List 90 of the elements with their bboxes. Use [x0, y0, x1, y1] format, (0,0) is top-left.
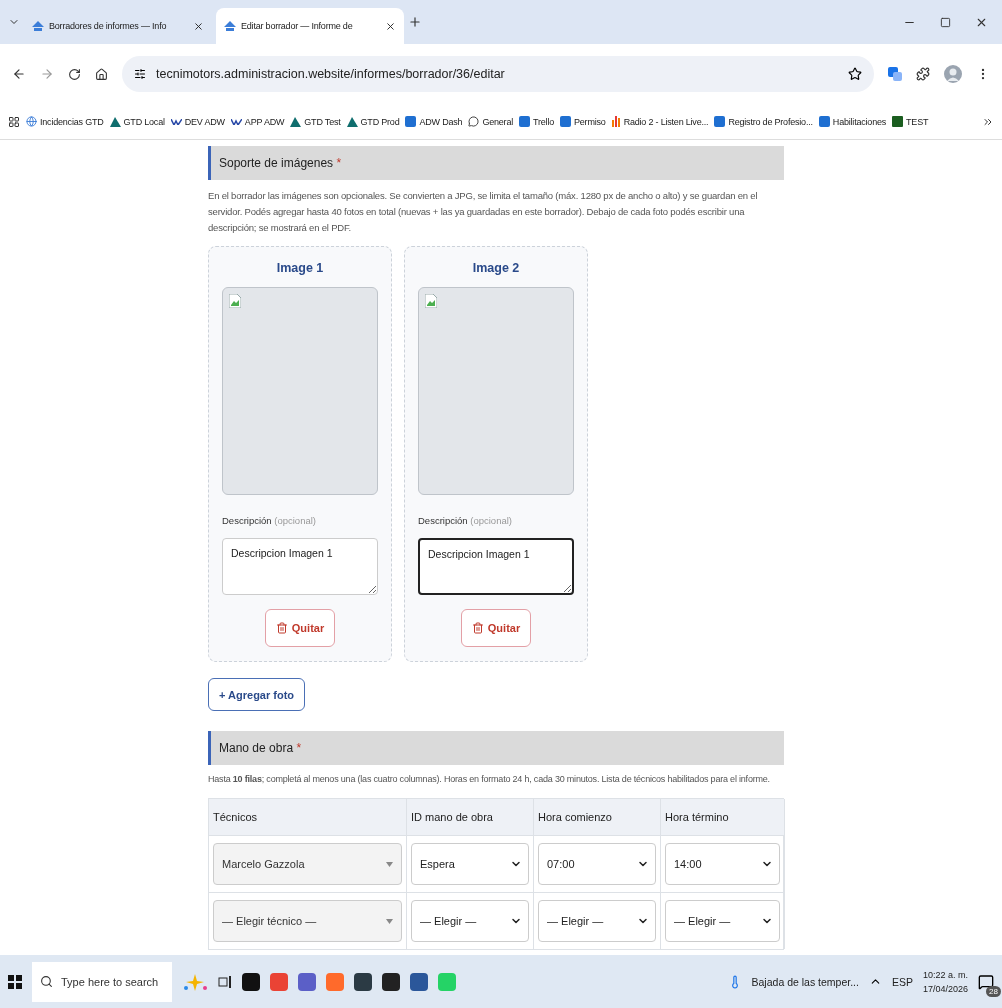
image-title: Image 1: [275, 261, 325, 275]
close-icon[interactable]: [385, 20, 396, 32]
technician-combobox[interactable]: Marcelo Gazzola: [213, 843, 402, 885]
site-info-icon[interactable]: [134, 68, 146, 80]
column-header: Hora término: [661, 799, 785, 835]
reload-icon[interactable]: [68, 67, 81, 81]
remove-button[interactable]: Quitar: [264, 609, 336, 647]
app-icon: [560, 116, 571, 127]
app-icon: [405, 116, 417, 127]
bookmark-link[interactable]: General: [468, 116, 514, 127]
close-icon[interactable]: [193, 20, 204, 32]
taskbar-app-icon[interactable]: [242, 972, 260, 991]
taskbar-app-icon[interactable]: [354, 972, 372, 991]
bookmark-link[interactable]: Permiso: [560, 116, 606, 127]
wave-icon: [170, 118, 182, 125]
description-label: Descripción (opcional): [418, 515, 513, 526]
bookmark-link[interactable]: Registro de Profesio...: [714, 116, 813, 127]
select-field[interactable]: — Elegir —: [665, 900, 780, 942]
section-title: Mano de obra: [219, 741, 294, 755]
notification-icon[interactable]: [978, 973, 994, 990]
bookmark-link[interactable]: Incidencias GTD: [26, 116, 104, 127]
broken-image-icon: [229, 294, 241, 308]
app-icon: [714, 116, 726, 127]
help-text: En el borrador las imágenes son opcionales. Se convierten a JPG, se limita el tamaño (máx. 1280 px de ancho o alto) y se guardan en el servidor. Podés agregar hasta 40 fotos en total (nuevas + las ya guardadas en este borrador). Debajo de cada foto podés escribir una descripción; se mostrará en el PDF.: [208, 189, 759, 235]
address-bar[interactable]: tecnimotors.administracion.website/informes/borrador/36/editar: [122, 56, 874, 92]
globe-icon: [26, 116, 37, 127]
select-field[interactable]: Espera: [411, 843, 529, 885]
bookmark-link[interactable]: TEST: [892, 116, 929, 127]
select-field[interactable]: — Elegir —: [538, 900, 656, 942]
image-title: Image 2: [471, 261, 521, 275]
bookmark-link[interactable]: GTD Local: [109, 116, 165, 127]
column-header: Técnicos: [209, 799, 407, 835]
bookmark-link[interactable]: DEV ADW: [170, 116, 225, 127]
chat-icon: [468, 116, 480, 127]
trash-icon: [471, 622, 484, 634]
mountain-icon: [346, 116, 358, 127]
bars-icon: [611, 116, 621, 127]
app-icon: [892, 116, 904, 127]
taskbar-search-field[interactable]: Type here to search: [32, 961, 172, 1002]
required-mark: *: [296, 741, 302, 755]
required-mark: *: [336, 156, 342, 170]
windows-start-icon[interactable]: [8, 974, 22, 989]
apps-grid-icon[interactable]: [8, 115, 20, 128]
bookmark-link[interactable]: GTD Prod: [346, 116, 400, 127]
new-tab-icon[interactable]: [408, 15, 422, 29]
maximize-icon[interactable]: [940, 16, 951, 28]
mountain-icon: [109, 116, 121, 127]
wave-icon: [230, 118, 242, 125]
remove-button[interactable]: Quitar: [460, 609, 532, 647]
mountain-icon: [290, 116, 302, 127]
triangle-icon: [386, 918, 393, 924]
help-text: Hasta 10 filas; completá al menos una (las cuatro columnas). Horas en formato 24 h, cada 30 minutos. Lista de técnicos habilitados para el informe.: [208, 774, 771, 784]
search-icon: [40, 975, 53, 988]
select-field[interactable]: — Elegir —: [411, 900, 529, 942]
bookmark-link[interactable]: APP ADW: [230, 116, 285, 127]
add-photo-button[interactable]: + Agregar foto: [208, 678, 306, 711]
app-icon: [818, 116, 830, 127]
forward-icon[interactable]: [40, 67, 54, 81]
bookmark-link[interactable]: Trello: [519, 116, 554, 127]
bookmark-link[interactable]: GTD Test: [290, 116, 341, 127]
description-field[interactable]: Descripcion Imagen 1: [418, 538, 574, 595]
browser-tab[interactable]: Borradores de informes — Info: [24, 8, 212, 44]
extensions-icon[interactable]: [916, 67, 930, 81]
notification-badge: 28: [986, 985, 1001, 997]
translate-icon[interactable]: [888, 67, 902, 81]
bookmark-link[interactable]: Radio 2 - Listen Live...: [611, 116, 709, 127]
trash-icon: [275, 622, 288, 634]
taskbar-app-icon[interactable]: [382, 972, 400, 991]
column-header: ID mano de obra: [407, 799, 534, 835]
language-indicator[interactable]: ESP: [891, 975, 913, 988]
clock-date[interactable]: 17/04/2026: [922, 983, 968, 994]
weather-text[interactable]: Bajada de las temper...: [751, 975, 859, 988]
browser-tab[interactable]: Editar borrador — Informe de: [216, 8, 404, 44]
description-field[interactable]: Descripcion Imagen 1: [222, 538, 378, 595]
triangle-icon: [386, 861, 393, 867]
column-header: Hora comienzo: [534, 799, 661, 835]
select-field[interactable]: 14:00: [665, 843, 780, 885]
select-field[interactable]: 07:00: [538, 843, 656, 885]
section-title: Soporte de imágenes: [219, 156, 334, 170]
back-icon[interactable]: [12, 67, 26, 81]
bookmark-star-icon[interactable]: [848, 67, 862, 81]
clock-time[interactable]: 10:22 a. m.: [922, 969, 968, 980]
bookmark-link[interactable]: Habilitaciones: [818, 116, 887, 127]
broken-image-icon: [425, 294, 437, 308]
bookmark-link[interactable]: ADW Dash: [405, 116, 463, 127]
technician-combobox[interactable]: — Elegir técnico —: [213, 900, 402, 942]
app-icon: [519, 116, 531, 127]
home-icon[interactable]: [95, 67, 108, 81]
description-label: Descripción (opcional): [222, 515, 317, 526]
task-view-icon[interactable]: [218, 974, 232, 989]
